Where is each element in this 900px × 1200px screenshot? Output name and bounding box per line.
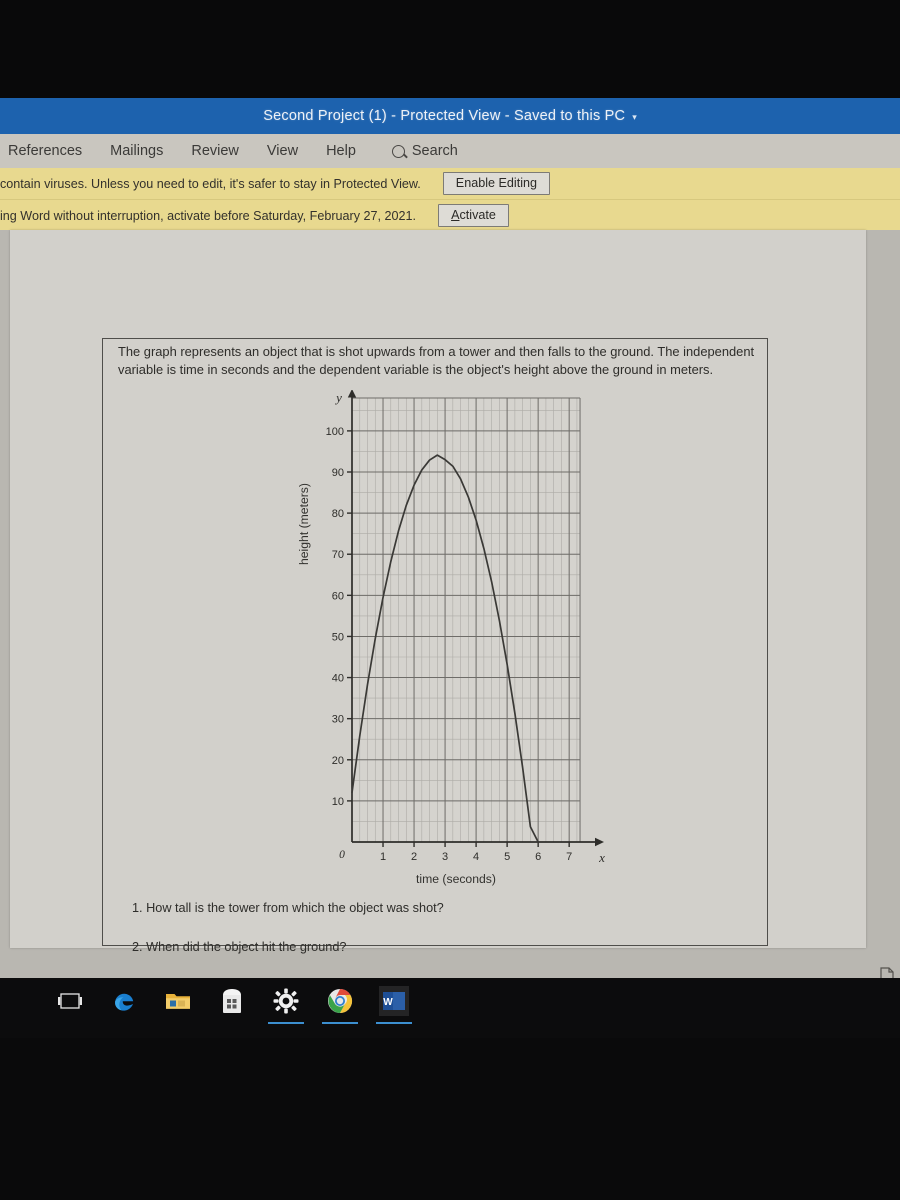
- graph-plot-area: 1020304050607080901001 2 3 4 5 6 70yx: [326, 389, 605, 865]
- document-page: The graph represents an object that is s…: [10, 230, 866, 954]
- monitor-bezel-bottom: [0, 1038, 900, 1200]
- search-box[interactable]: Search: [370, 143, 458, 159]
- svg-text:5: 5: [504, 851, 510, 863]
- tab-mailings[interactable]: Mailings: [96, 143, 177, 159]
- svg-text:W: W: [383, 997, 393, 1008]
- svg-text:60: 60: [332, 590, 344, 602]
- svg-text:x: x: [598, 850, 605, 865]
- document-canvas: The graph represents an object that is s…: [0, 230, 900, 978]
- svg-text:10: 10: [332, 796, 344, 808]
- tab-review[interactable]: Review: [177, 143, 253, 159]
- title-bar: Second Project (1) - Protected View - Sa…: [0, 98, 900, 134]
- svg-text:7: 7: [566, 851, 572, 863]
- activation-message-bar: ing Word without interruption, activate …: [0, 199, 900, 231]
- open-indicator: [268, 1022, 304, 1024]
- svg-text:y: y: [334, 390, 342, 405]
- open-indicator: [322, 1022, 358, 1024]
- svg-text:4: 4: [473, 851, 479, 863]
- question-1: 1. How tall is the tower from which the …: [132, 900, 772, 918]
- activate-label: ctivate: [459, 208, 496, 222]
- task-view-icon[interactable]: [55, 986, 85, 1016]
- y-axis-label: height (meters): [297, 483, 311, 565]
- windows-taskbar: W: [0, 978, 900, 1038]
- svg-text:80: 80: [332, 508, 344, 520]
- question-1-number: 1.: [132, 901, 143, 915]
- tab-view[interactable]: View: [253, 143, 312, 159]
- edge-icon[interactable]: [109, 986, 139, 1016]
- svg-text:100: 100: [326, 426, 344, 438]
- svg-text:0: 0: [339, 849, 345, 861]
- window-title: Second Project (1) - Protected View - Sa…: [263, 108, 626, 124]
- svg-text:30: 30: [332, 714, 344, 726]
- file-explorer-icon[interactable]: [163, 986, 193, 1016]
- microsoft-store-icon[interactable]: [217, 986, 247, 1016]
- chevron-down-icon[interactable]: ▾: [632, 112, 637, 123]
- x-axis-label: time (seconds): [416, 872, 496, 886]
- chrome-icon[interactable]: [322, 986, 358, 1024]
- tab-help[interactable]: Help: [312, 143, 370, 159]
- activation-message-text: ing Word without interruption, activate …: [0, 208, 417, 223]
- svg-text:2: 2: [411, 851, 417, 863]
- open-indicator: [376, 1022, 412, 1024]
- screen-photo: Second Project (1) - Protected View - Sa…: [0, 0, 900, 1200]
- question-2-text: When did the object hit the ground?: [146, 940, 347, 954]
- tab-references[interactable]: References: [0, 143, 96, 159]
- word-application-window: Second Project (1) - Protected View - Sa…: [0, 98, 900, 978]
- svg-text:70: 70: [332, 549, 344, 561]
- graph-figure: height (meters) time (seconds) 10 20 30 40 5…: [297, 389, 608, 890]
- svg-text:40: 40: [332, 673, 344, 685]
- svg-text:1: 1: [380, 851, 386, 863]
- svg-text:90: 90: [332, 467, 344, 479]
- ribbon-tab-strip: References Mailings Review View Help Sea…: [0, 134, 900, 168]
- question-1-text: How tall is the tower from which the obj…: [146, 901, 444, 915]
- intro-paragraph: The graph represents an object that is s…: [118, 344, 755, 378]
- settings-gear-icon[interactable]: [268, 986, 304, 1024]
- search-icon: [391, 144, 405, 158]
- svg-text:20: 20: [332, 755, 344, 767]
- svg-text:6: 6: [535, 851, 541, 863]
- svg-text:3: 3: [442, 851, 448, 863]
- word-icon[interactable]: W: [376, 986, 412, 1024]
- activate-button[interactable]: Activate: [438, 204, 509, 227]
- enable-editing-button[interactable]: Enable Editing: [442, 172, 551, 195]
- search-label: Search: [411, 143, 458, 159]
- protected-view-message-text: contain viruses. Unless you need to edit…: [0, 176, 421, 191]
- monitor-bezel-top: [0, 0, 900, 98]
- question-2: 2. When did the object hit the ground?: [132, 939, 772, 957]
- protected-view-message-bar: contain viruses. Unless you need to edit…: [0, 168, 900, 199]
- question-2-number: 2.: [132, 940, 143, 954]
- svg-text:50: 50: [332, 631, 344, 643]
